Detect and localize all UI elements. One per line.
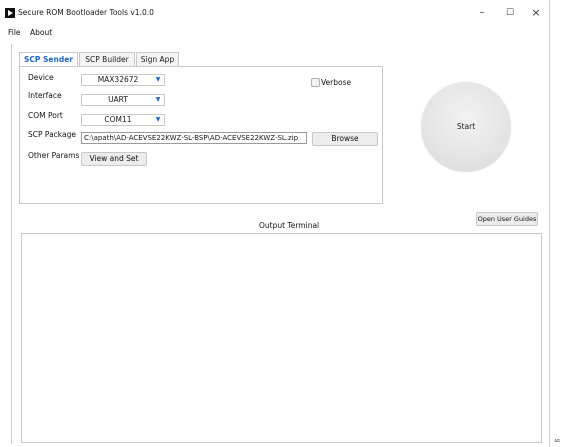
device-select[interactable]: MAX32672 ▼ — [81, 74, 165, 86]
scp-package-label: SCP Package — [28, 130, 76, 139]
interface-select[interactable]: UART ▼ — [81, 94, 165, 106]
chevron-down-icon: ▼ — [155, 116, 161, 123]
tab-sign-app[interactable]: Sign App — [136, 52, 179, 66]
output-terminal-label: Output Terminal — [259, 221, 320, 230]
other-params-label: Other Params — [28, 151, 80, 160]
verbose-label: Verbose — [321, 78, 352, 87]
title-bar: Secure ROM Bootloader Tools v1.0.0 – ☐ × — [0, 0, 549, 24]
menu-file[interactable]: File — [8, 28, 21, 37]
app-logo-icon — [5, 8, 15, 18]
com-port-value: COM11 — [104, 115, 132, 124]
start-button[interactable]: Start — [421, 82, 511, 172]
com-port-select[interactable]: COM11 ▼ — [81, 114, 165, 126]
window-title: Secure ROM Bootloader Tools v1.0.0 — [18, 8, 154, 17]
app-window: Secure ROM Bootloader Tools v1.0.0 – ☐ ×… — [0, 0, 550, 447]
scp-sender-panel: Device MAX32672 ▼ Interface UART ▼ COM P… — [19, 66, 383, 204]
maximize-icon[interactable]: ☐ — [500, 6, 520, 20]
verbose-checkbox[interactable] — [311, 78, 320, 87]
output-terminal[interactable] — [21, 233, 542, 443]
open-user-guides-button[interactable]: Open User Guides — [476, 212, 538, 226]
tab-scp-builder[interactable]: SCP Builder — [79, 52, 135, 66]
corner-mark: ß — [554, 438, 562, 443]
scp-package-path-input[interactable]: C:\apath\AD-ACEVSE22KWZ-SL-BSP\AD-ACEVSE… — [81, 132, 307, 144]
com-port-label: COM Port — [28, 111, 63, 120]
chevron-down-icon: ▼ — [155, 76, 161, 83]
chevron-down-icon: ▼ — [155, 96, 161, 103]
device-value: MAX32672 — [97, 75, 139, 84]
window-left-border — [11, 44, 12, 444]
close-icon[interactable]: × — [526, 6, 546, 20]
start-button-label: Start — [456, 122, 476, 131]
interface-value: UART — [108, 95, 128, 104]
tab-scp-sender[interactable]: SCP Sender — [19, 52, 78, 67]
device-label: Device — [28, 73, 54, 82]
minimize-icon[interactable]: – — [472, 6, 492, 20]
menu-about[interactable]: About — [30, 28, 52, 37]
menu-bar: File About — [0, 27, 549, 40]
interface-label: Interface — [28, 91, 62, 100]
browse-button[interactable]: Browse — [312, 132, 378, 146]
view-and-set-button[interactable]: View and Set — [81, 152, 147, 166]
